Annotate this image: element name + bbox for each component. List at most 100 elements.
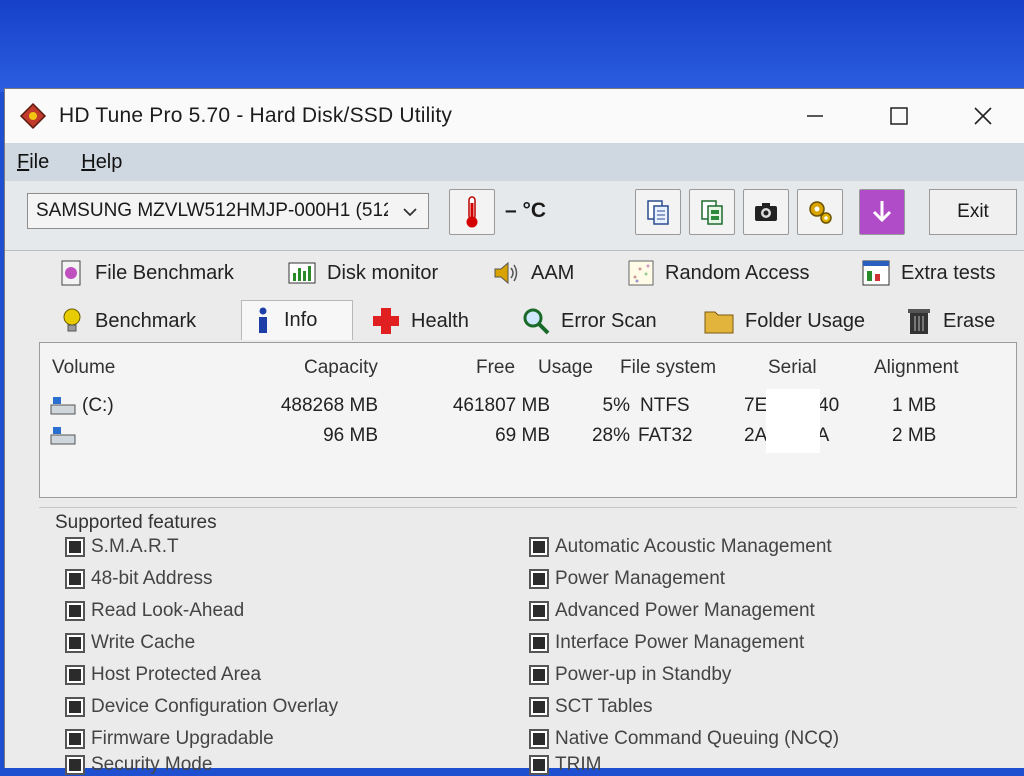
feature-item: Security Mode bbox=[65, 754, 212, 776]
checkbox bbox=[65, 601, 85, 621]
volume-capacity: 96 MB bbox=[323, 425, 378, 446]
trash-icon bbox=[908, 309, 930, 334]
copy-all-button[interactable] bbox=[689, 189, 735, 235]
drive-select[interactable]: SAMSUNG MZVLW512HMJP-000H1 (512 bbox=[27, 193, 429, 229]
screenshot-icon bbox=[755, 203, 777, 221]
checkbox bbox=[65, 633, 85, 653]
minimize-icon bbox=[807, 115, 823, 117]
feature-label: Security Mode bbox=[91, 754, 213, 775]
maximize-button[interactable] bbox=[857, 89, 941, 143]
drive-icon bbox=[50, 397, 76, 415]
tab-error-scan[interactable]: Error Scan bbox=[521, 304, 657, 338]
save-button[interactable] bbox=[859, 189, 905, 235]
volume-table: Volume Capacity Free Usage File system S… bbox=[39, 342, 1017, 498]
tab-folder-usage-label: Folder Usage bbox=[745, 309, 866, 332]
feature-label: Firmware Upgradable bbox=[91, 728, 274, 749]
tab-disk-monitor[interactable]: Disk monitor bbox=[287, 256, 438, 290]
feature-label: Write Cache bbox=[91, 632, 196, 653]
app-logo-icon bbox=[19, 102, 47, 130]
checkbox bbox=[65, 665, 85, 685]
menu-file[interactable]: File bbox=[17, 151, 49, 174]
random-access-icon bbox=[628, 260, 654, 286]
checkbox bbox=[65, 755, 85, 775]
tab-error-scan-label: Error Scan bbox=[561, 309, 657, 332]
feature-item: Write Cache bbox=[65, 632, 195, 654]
close-button[interactable] bbox=[941, 89, 1024, 143]
features-title: Supported features bbox=[55, 512, 217, 533]
tab-extra-tests[interactable]: Extra tests bbox=[861, 256, 995, 290]
extra-tests-icon bbox=[862, 260, 890, 286]
minimize-button[interactable] bbox=[773, 89, 857, 143]
feature-item: 48-bit Address bbox=[65, 568, 212, 590]
tab-file-benchmark[interactable]: File Benchmark bbox=[57, 256, 234, 290]
window-controls bbox=[773, 89, 1024, 143]
tab-aam[interactable]: AAM bbox=[491, 256, 574, 290]
feature-item: Device Configuration Overlay bbox=[65, 696, 338, 718]
tab-benchmark[interactable]: Benchmark bbox=[59, 304, 196, 338]
volume-serial-end: 40 bbox=[818, 395, 840, 416]
feature-label: Host Protected Area bbox=[91, 664, 262, 685]
supported-features: Supported features S.M.A.R.T 48-bit Addr… bbox=[39, 507, 1017, 775]
tab-erase[interactable]: Erase bbox=[905, 304, 995, 338]
tab-extra-tests-label: Extra tests bbox=[901, 261, 996, 284]
feature-item: Read Look-Ahead bbox=[65, 600, 244, 622]
tab-erase-label: Erase bbox=[943, 309, 996, 332]
feature-label: Automatic Acoustic Management bbox=[555, 536, 832, 557]
feature-item: Host Protected Area bbox=[65, 664, 261, 686]
column-header-file-system: File system bbox=[620, 357, 717, 378]
column-header-capacity: Capacity bbox=[304, 357, 378, 378]
volume-file-system: FAT32 bbox=[638, 425, 693, 446]
feature-item: Power Management bbox=[529, 568, 725, 590]
tab-folder-usage[interactable]: Folder Usage bbox=[703, 304, 865, 338]
column-header-free: Free bbox=[476, 357, 516, 378]
menu-file-accel: F bbox=[17, 150, 30, 173]
volume-file-system: NTFS bbox=[640, 395, 690, 416]
menu-file-label: ile bbox=[29, 150, 50, 173]
tab-info-label: Info bbox=[284, 309, 318, 331]
tab-health-label: Health bbox=[411, 309, 469, 332]
desktop-background bbox=[0, 0, 1024, 92]
volume-alignment: 1 MB bbox=[892, 395, 937, 416]
window-title: HD Tune Pro 5.70 - Hard Disk/SSD Utility bbox=[59, 104, 453, 127]
checkbox bbox=[65, 569, 85, 589]
menu-help-accel: H bbox=[81, 150, 96, 173]
tab-health[interactable]: Health bbox=[371, 304, 469, 338]
serial-redaction bbox=[766, 389, 820, 453]
checkbox bbox=[529, 665, 549, 685]
column-header-usage: Usage bbox=[538, 357, 593, 378]
feature-item: TRIM bbox=[529, 754, 601, 776]
exit-button[interactable]: Exit bbox=[929, 189, 1017, 235]
volume-serial-start: 7E bbox=[744, 395, 768, 416]
volume-serial-start: 2A bbox=[744, 425, 768, 446]
feature-item: Advanced Power Management bbox=[529, 600, 815, 622]
maximize-icon bbox=[890, 107, 908, 125]
tab-file-benchmark-label: File Benchmark bbox=[95, 261, 234, 284]
screenshot-button[interactable] bbox=[743, 189, 789, 235]
checkbox bbox=[529, 537, 549, 557]
menu-help[interactable]: Help bbox=[81, 151, 122, 174]
checkbox bbox=[529, 697, 549, 717]
volume-free: 69 MB bbox=[495, 425, 550, 446]
disk-monitor-icon bbox=[288, 262, 316, 284]
tab-strip: File Benchmark Disk monitor AAM Random A… bbox=[5, 252, 1024, 342]
temperature-button[interactable] bbox=[449, 189, 495, 235]
checkbox bbox=[65, 697, 85, 717]
chevron-down-icon bbox=[403, 208, 417, 217]
volume-usage: 28% bbox=[591, 425, 630, 446]
feature-label: Read Look-Ahead bbox=[91, 600, 245, 621]
options-button[interactable] bbox=[797, 189, 843, 235]
feature-label: S.M.A.R.T bbox=[91, 536, 179, 557]
copy-info-button[interactable] bbox=[635, 189, 681, 235]
drive-select-value: SAMSUNG MZVLW512HMJP-000H1 (512 bbox=[36, 200, 388, 221]
speaker-icon bbox=[494, 261, 518, 285]
folder-icon bbox=[704, 311, 734, 334]
app-window: HD Tune Pro 5.70 - Hard Disk/SSD Utility… bbox=[4, 88, 1024, 775]
volume-alignment: 2 MB bbox=[892, 425, 937, 446]
volume-free: 461807 MB bbox=[452, 395, 550, 416]
column-header-serial: Serial bbox=[768, 357, 817, 378]
tab-random-access[interactable]: Random Access bbox=[627, 256, 810, 290]
menu-bar: File Help bbox=[5, 143, 1024, 181]
tab-info[interactable]: Info bbox=[241, 300, 353, 340]
feature-label: Power-up in Standby bbox=[555, 664, 732, 685]
checkbox bbox=[529, 569, 549, 589]
